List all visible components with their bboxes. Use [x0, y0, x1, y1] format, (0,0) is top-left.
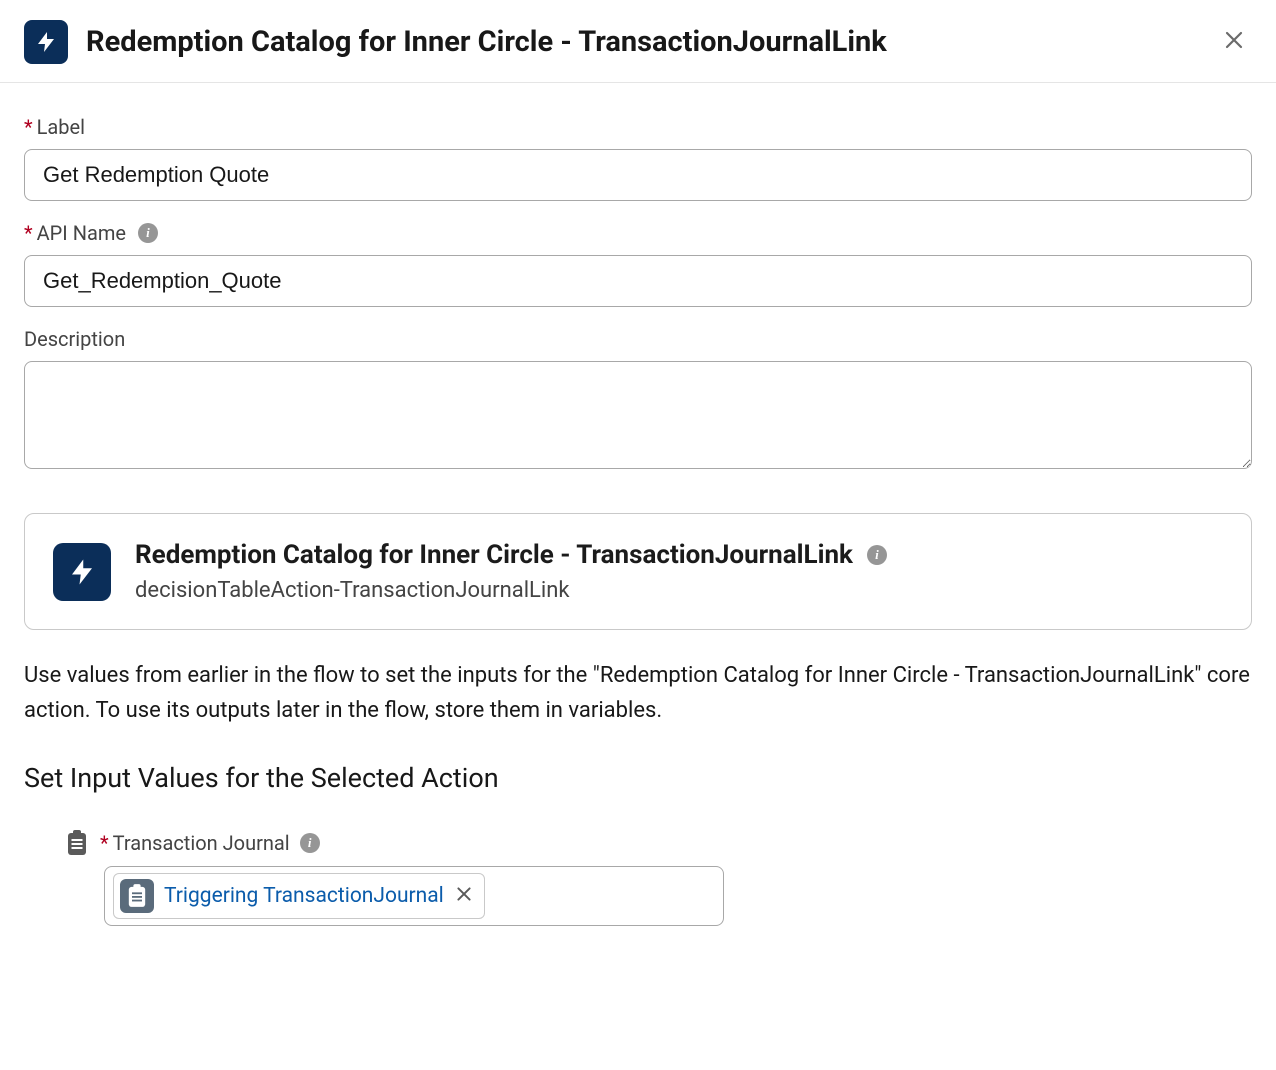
- clipboard-icon: [127, 884, 147, 908]
- transaction-journal-input[interactable]: Triggering TransactionJournal: [104, 866, 724, 926]
- lightning-icon: [67, 557, 97, 587]
- close-icon: [456, 886, 472, 902]
- action-card-subtitle: decisionTableAction-TransactionJournalLi…: [135, 578, 1223, 603]
- pill-label: Triggering TransactionJournal: [164, 884, 444, 908]
- action-card-icon: [53, 543, 111, 601]
- action-card-title-row: Redemption Catalog for Inner Circle - Tr…: [135, 540, 1223, 570]
- api-name-input[interactable]: [24, 255, 1252, 307]
- lightning-icon: [34, 30, 58, 54]
- description-field-group: Description: [24, 327, 1252, 473]
- transaction-journal-label: Transaction Journal: [113, 831, 290, 855]
- description-field-label: Description: [24, 327, 1252, 351]
- dialog-content: *Label *API Name i Description Redemptio…: [0, 83, 1276, 950]
- required-indicator: *: [24, 115, 33, 139]
- label-text: Label: [37, 115, 85, 139]
- label-field-group: *Label: [24, 115, 1252, 201]
- dialog-header: Redemption Catalog for Inner Circle - Tr…: [0, 0, 1276, 83]
- label-input[interactable]: [24, 149, 1252, 201]
- info-icon[interactable]: i: [867, 545, 887, 565]
- required-indicator: *: [100, 831, 109, 855]
- label-field-label: *Label: [24, 115, 1252, 139]
- close-icon: [1224, 30, 1244, 50]
- action-card-title: Redemption Catalog for Inner Circle - Tr…: [135, 540, 853, 570]
- required-indicator: *: [24, 221, 33, 245]
- selected-pill: Triggering TransactionJournal: [113, 873, 485, 919]
- api-name-field-group: *API Name i: [24, 221, 1252, 307]
- description-textarea[interactable]: [24, 361, 1252, 469]
- clipboard-icon: [64, 830, 90, 856]
- transaction-journal-label-row: *Transaction Journal i: [100, 831, 320, 855]
- transaction-journal-row: *Transaction Journal i: [64, 830, 1252, 856]
- api-name-text: API Name: [37, 221, 126, 245]
- pill-remove-button[interactable]: [454, 885, 474, 908]
- section-heading: Set Input Values for the Selected Action: [24, 762, 1252, 794]
- action-icon: [24, 20, 68, 64]
- action-card-text: Redemption Catalog for Inner Circle - Tr…: [135, 540, 1223, 603]
- close-button[interactable]: [1220, 26, 1248, 54]
- info-icon[interactable]: i: [300, 833, 320, 853]
- description-text: Description: [24, 327, 125, 351]
- record-icon: [120, 879, 154, 913]
- dialog-title: Redemption Catalog for Inner Circle - Tr…: [86, 25, 1252, 59]
- api-name-field-label: *API Name i: [24, 221, 1252, 245]
- info-icon[interactable]: i: [138, 223, 158, 243]
- helper-text: Use values from earlier in the flow to s…: [24, 658, 1252, 728]
- transaction-journal-field-container: Triggering TransactionJournal: [104, 866, 1252, 926]
- action-card: Redemption Catalog for Inner Circle - Tr…: [24, 513, 1252, 630]
